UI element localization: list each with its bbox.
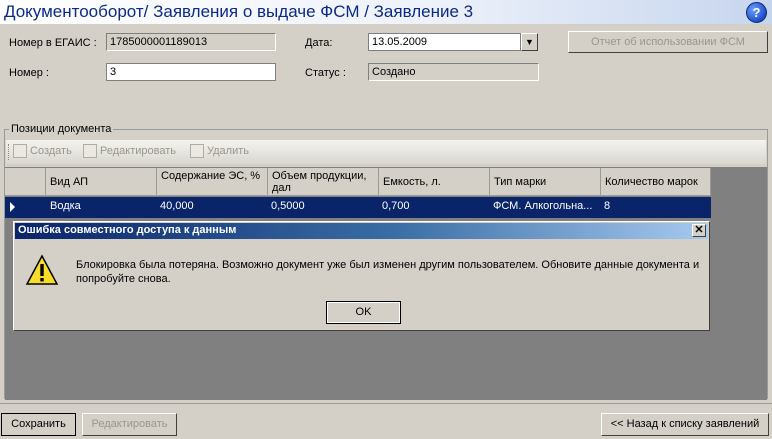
save-button[interactable]: Сохранить (1, 413, 76, 436)
column-header[interactable]: Содержание ЭС, % (157, 168, 268, 196)
number-field[interactable]: 3 (106, 63, 276, 81)
warning-icon (25, 254, 59, 285)
date-field[interactable]: 13.05.2009 (368, 33, 521, 51)
column-header[interactable]: Вид АП (46, 168, 157, 196)
toolbar-grip (8, 144, 11, 160)
delete-button[interactable]: Удалить (207, 145, 249, 157)
status-label: Статус : (305, 67, 346, 79)
positions-group-label: Позиции документа (9, 123, 114, 135)
row-pointer-icon (10, 202, 15, 212)
help-icon[interactable]: ? (746, 2, 767, 23)
page-title: Документооборот/ Заявления о выдаче ФСМ … (4, 2, 474, 21)
footer-divider (0, 403, 772, 404)
dialog-title: Ошибка совместного доступа к данным (18, 224, 237, 236)
edit-button[interactable]: Редактировать (82, 413, 177, 436)
table-cell: 40,000 (160, 200, 194, 212)
dialog-message: Блокировка была потеряна. Возможно докум… (76, 259, 700, 285)
close-icon[interactable]: ✕ (692, 224, 706, 237)
delete-icon (190, 144, 204, 158)
table-cell: 0,700 (382, 200, 410, 212)
back-to-list-button[interactable]: << Назад к списку заявлений (601, 413, 769, 436)
edit-position-button[interactable]: Редактировать (100, 145, 176, 157)
number-label: Номер : (9, 67, 49, 79)
table-cell: 8 (604, 200, 611, 212)
edit-icon (83, 144, 97, 158)
egais-label: Номер в ЕГАИС : (9, 37, 97, 49)
chevron-down-icon[interactable]: ▼ (521, 33, 538, 51)
column-header[interactable]: Емкость, л. (379, 168, 490, 196)
grid-corner (5, 168, 46, 196)
egais-field: 1785000001189013 (106, 33, 276, 51)
table-cell: 0,5000 (271, 200, 305, 212)
create-icon (13, 144, 27, 158)
create-button[interactable]: Создать (30, 145, 72, 157)
table-cell: Водка (50, 200, 81, 212)
table-cell: ФСМ. Алкогольна... (493, 200, 593, 212)
status-field: Создано (368, 63, 539, 81)
column-header[interactable]: Тип марки (490, 168, 601, 196)
report-button[interactable]: Отчет об использовании ФСМ (568, 31, 768, 53)
column-header[interactable]: Объем продукции, дал (268, 168, 379, 196)
column-header[interactable]: Количество марок (601, 168, 711, 196)
ok-button[interactable]: OK (326, 301, 401, 324)
date-label: Дата: (305, 37, 333, 49)
